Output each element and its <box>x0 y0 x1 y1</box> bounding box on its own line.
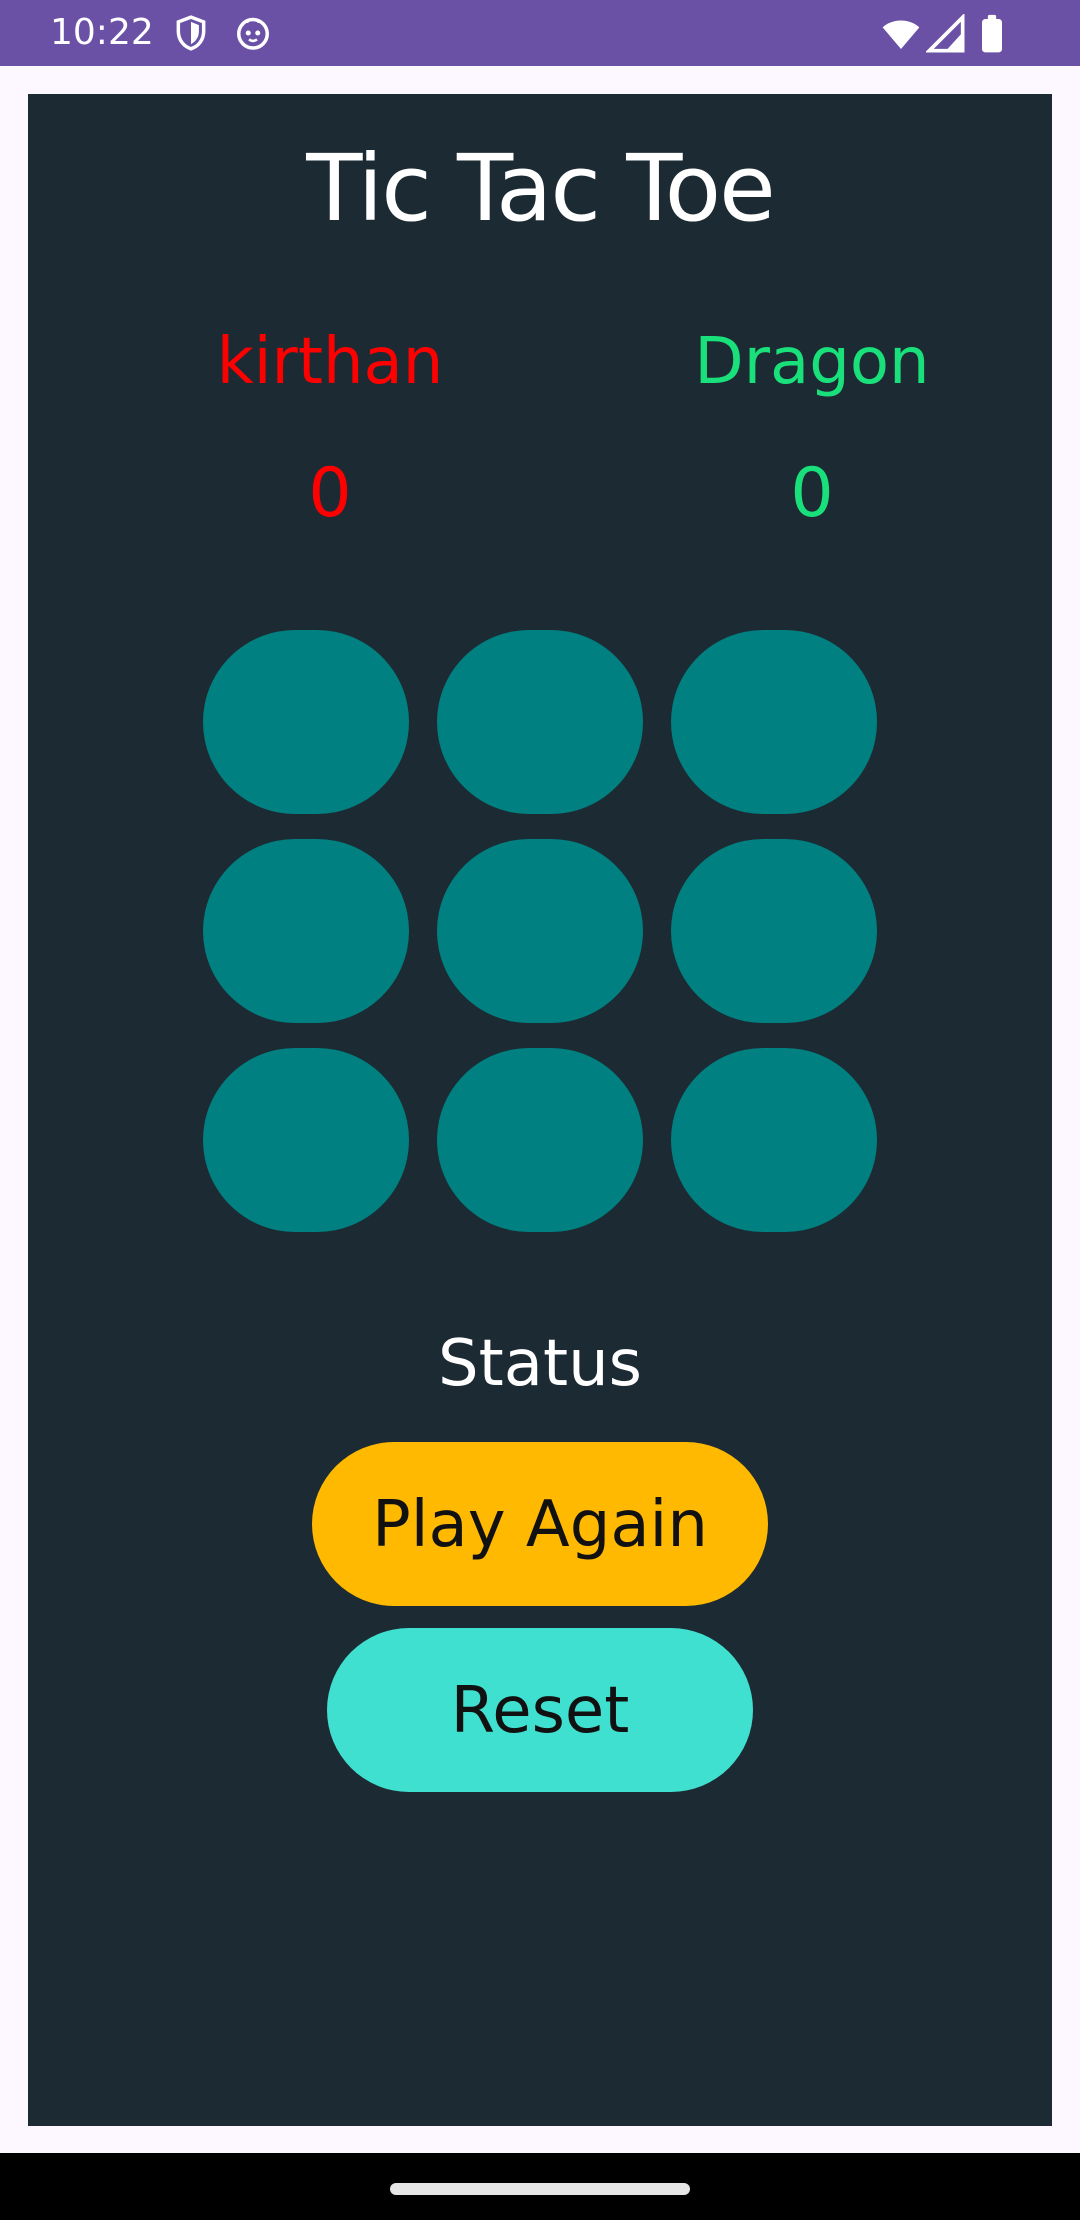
status-text: Status <box>438 1327 642 1401</box>
player-two-score: 0 <box>790 454 834 533</box>
board-cell-4[interactable] <box>203 839 409 1023</box>
cat-face-icon <box>237 17 269 50</box>
reset-button[interactable]: Reset <box>327 1628 753 1792</box>
play-again-button[interactable]: Play Again <box>312 1442 768 1606</box>
shield-icon <box>176 15 206 51</box>
player-one-score: 0 <box>308 454 352 533</box>
board-cell-7[interactable] <box>203 1048 409 1232</box>
board-cell-3[interactable] <box>671 630 877 814</box>
game-screen: Tic Tac Toe kirthan Dragon 0 0 Status Pl… <box>28 94 1052 2126</box>
home-gesture-handle[interactable] <box>390 2183 690 2195</box>
board-cell-9[interactable] <box>671 1048 877 1232</box>
navigation-bar <box>0 2153 1080 2220</box>
status-bar: 10:22 <box>0 0 1080 66</box>
signal-icon <box>926 14 965 53</box>
page-title: Tic Tac Toe <box>306 135 775 242</box>
board-cell-5[interactable] <box>437 839 643 1023</box>
wifi-icon <box>882 20 920 49</box>
status-time: 10:22 <box>50 12 154 53</box>
board-cell-8[interactable] <box>437 1048 643 1232</box>
board-cell-2[interactable] <box>437 630 643 814</box>
player-two-name: Dragon <box>694 325 930 399</box>
board-cell-1[interactable] <box>203 630 409 814</box>
game-board <box>203 630 877 1234</box>
player-one-name: kirthan <box>216 325 444 399</box>
battery-icon <box>982 14 1002 53</box>
board-cell-6[interactable] <box>671 839 877 1023</box>
